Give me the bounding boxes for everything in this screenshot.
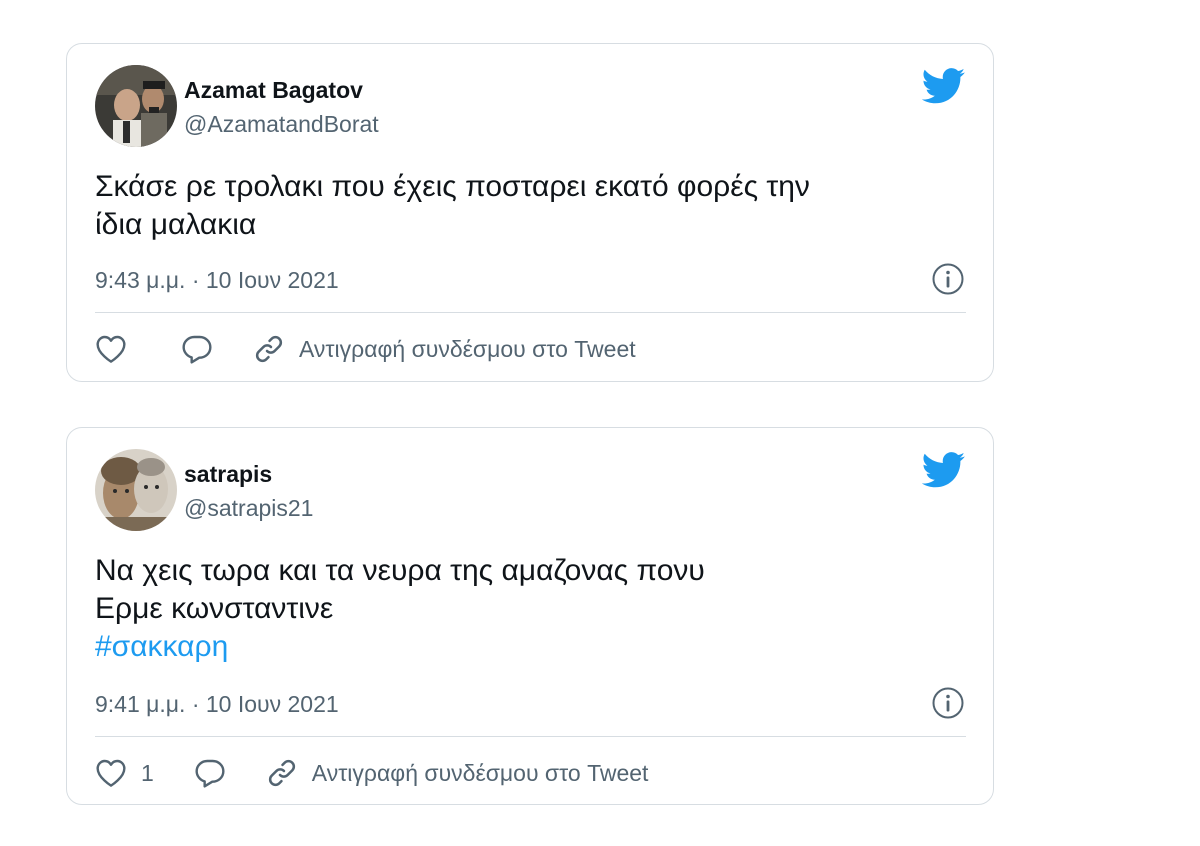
tweet-text-line: ίδια μαλακια — [95, 208, 257, 241]
copy-link-button[interactable]: Αντιγραφή συνδέσμου στο Tweet — [253, 333, 636, 365]
twitter-bird-icon[interactable] — [921, 68, 966, 104]
copy-link-label: Αντιγραφή συνδέσμου στο Tweet — [311, 759, 649, 786]
tweet-text: Να χεις τωρα και τα νευρα της αμαζονας π… — [95, 552, 955, 666]
copy-link-button[interactable]: Αντιγραφή συνδέσμου στο Tweet — [266, 757, 649, 789]
avatar[interactable] — [95, 65, 177, 147]
tweet-actions: 1 Αντιγραφή συνδέσμου στο Tweet — [95, 753, 965, 793]
copy-link-label: Αντιγραφή συνδέσμου στο Tweet — [299, 335, 636, 362]
tweet-timestamp[interactable]: 9:43 μ.μ. · 10 Ιουν 2021 — [95, 267, 339, 294]
reply-icon — [195, 759, 225, 788]
heart-icon — [96, 759, 126, 787]
like-button[interactable]: 1 — [95, 758, 154, 788]
link-icon — [255, 335, 283, 363]
tweet-card[interactable]: Azamat Bagatov @AzamatandBorat Σκάσε ρε … — [66, 43, 994, 382]
tweet-text-line: Ερμε κωνσταντινε — [95, 592, 334, 625]
display-name[interactable]: Azamat Bagatov — [184, 77, 363, 104]
heart-icon — [96, 335, 126, 363]
display-name[interactable]: satrapis — [184, 461, 272, 488]
tweet-timestamp[interactable]: 9:41 μ.μ. · 10 Ιουν 2021 — [95, 691, 339, 718]
hashtag-link[interactable]: #σακκαρη — [95, 628, 955, 666]
twitter-bird-icon[interactable] — [921, 452, 966, 488]
avatar[interactable] — [95, 449, 177, 531]
reply-icon — [182, 335, 212, 364]
info-icon[interactable] — [931, 686, 965, 720]
like-count: 1 — [141, 759, 154, 786]
user-handle[interactable]: @AzamatandBorat — [184, 111, 379, 138]
user-handle[interactable]: @satrapis21 — [184, 495, 313, 522]
tweet-actions: Αντιγραφή συνδέσμου στο Tweet — [95, 329, 965, 369]
tweet-text: Σκάσε ρε τρολακι που έχεις ποσταρει εκατ… — [95, 168, 955, 244]
like-button[interactable] — [95, 334, 141, 364]
tweet-text-line: Να χεις τωρα και τα νευρα της αμαζονας π… — [95, 554, 705, 587]
link-icon — [268, 759, 295, 787]
reply-button[interactable] — [194, 758, 226, 788]
tweet-card[interactable]: satrapis @satrapis21 Να χεις τωρα και τα… — [66, 427, 994, 805]
reply-button[interactable] — [181, 334, 213, 364]
info-icon[interactable] — [931, 262, 965, 296]
divider — [95, 736, 966, 737]
divider — [95, 312, 966, 313]
tweet-text-line: Σκάσε ρε τρολακι που έχεις ποσταρει εκατ… — [95, 170, 810, 203]
